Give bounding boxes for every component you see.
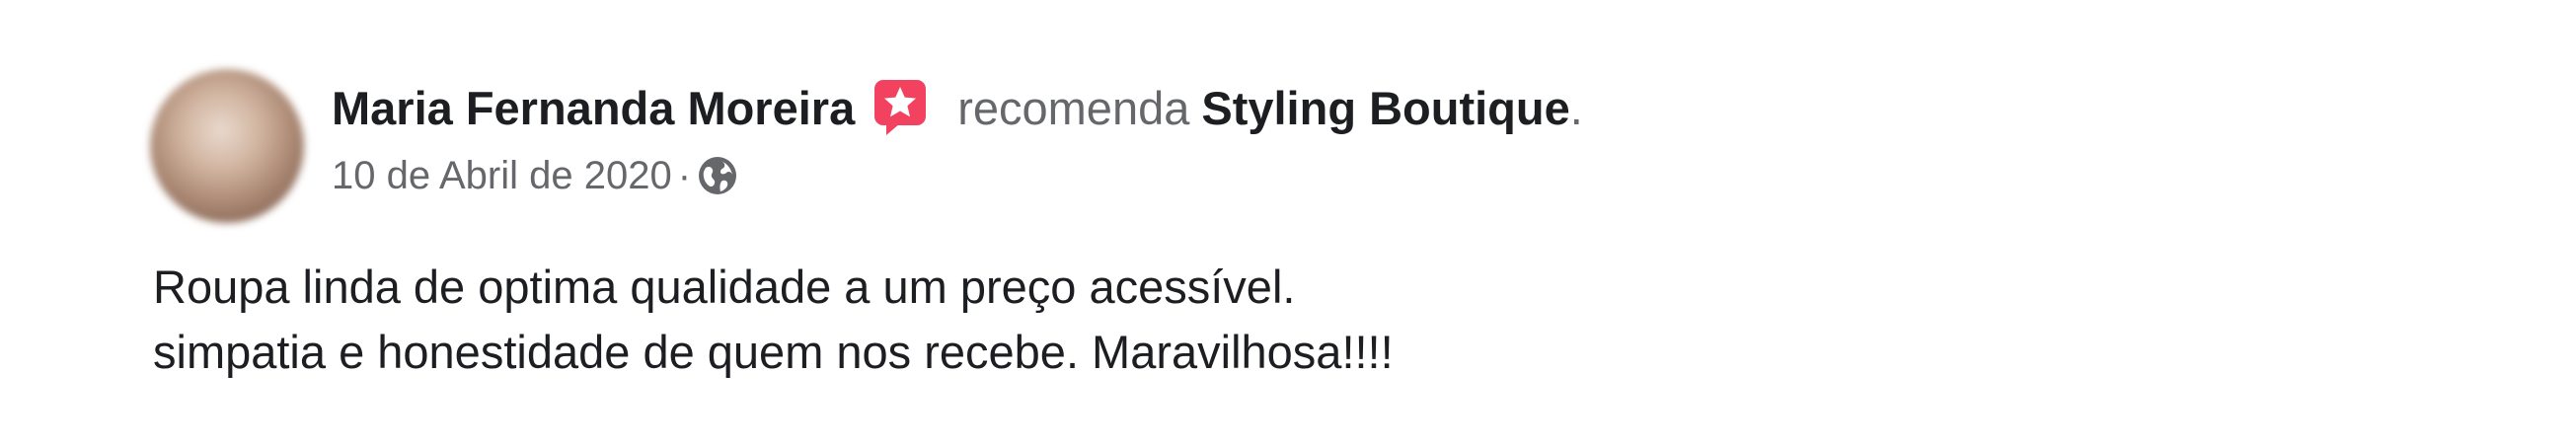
post-meta: 10 de Abril de 2020 · [332, 148, 738, 203]
review-post: Maria Fernanda Moreira recomenda Styling… [0, 0, 2576, 448]
post-date[interactable]: 10 de Abril de 2020 [332, 154, 672, 198]
avatar[interactable] [150, 69, 304, 223]
meta-separator: · [677, 153, 692, 197]
post-text-line-2: simpatia e honestidade de quem nos receb… [153, 326, 1394, 378]
page-name-link[interactable]: Styling Boutique [1201, 81, 1569, 135]
post-header: Maria Fernanda Moreira recomenda Styling… [332, 73, 1583, 142]
globe-icon[interactable] [697, 155, 738, 196]
recommends-text: recomenda [957, 81, 1190, 134]
header-period: . [1569, 81, 1583, 134]
recommendation-star-icon [871, 78, 930, 137]
author-name[interactable]: Maria Fernanda Moreira [332, 81, 855, 135]
post-body: Roupa linda de optima qualidade a um pre… [153, 255, 1394, 385]
post-text-line-1: Roupa linda de optima qualidade a um pre… [153, 261, 1296, 313]
